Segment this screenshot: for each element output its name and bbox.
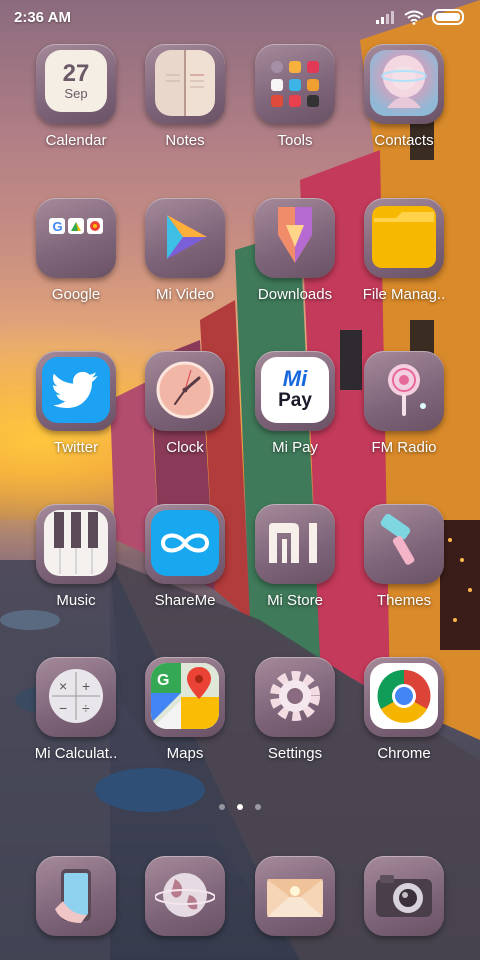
calendar-month: Sep <box>64 85 88 101</box>
app-label: Mi Calculat.. <box>34 745 118 762</box>
app-clock[interactable]: Clock <box>130 351 240 456</box>
app-mi-store[interactable]: Mi Store <box>240 504 350 609</box>
app-chrome[interactable]: Chrome <box>349 657 459 762</box>
app-contacts[interactable]: Contacts <box>349 44 459 149</box>
app-fm-radio[interactable]: FM Radio <box>349 351 459 456</box>
shareme-icon <box>145 504 225 584</box>
app-label: Settings <box>267 745 323 762</box>
mi-pay-logo-bottom: Pay <box>278 390 312 411</box>
app-calculator[interactable]: × + − ÷ Mi Calculat.. <box>21 657 131 762</box>
app-label: Mi Pay <box>272 439 318 456</box>
svg-text:÷: ÷ <box>82 700 90 716</box>
dock-phone[interactable] <box>21 856 131 936</box>
app-mi-video[interactable]: Mi Video <box>130 198 240 303</box>
dock-messages[interactable] <box>240 856 350 936</box>
app-label: Maps <box>166 745 204 762</box>
clock-icon <box>145 351 225 431</box>
app-label: Themes <box>376 592 432 609</box>
calendar-day: 27 <box>62 59 90 87</box>
app-twitter[interactable]: Twitter <box>21 351 131 456</box>
app-label: Calendar <box>45 132 107 149</box>
page-dot-active[interactable] <box>237 804 243 810</box>
fm-radio-icon <box>364 351 444 431</box>
app-label: Contacts <box>374 132 434 149</box>
calendar-icon: 27 Sep <box>36 44 116 124</box>
svg-text:G: G <box>53 219 63 234</box>
themes-icon <box>364 504 444 584</box>
dock-browser[interactable] <box>130 856 240 936</box>
music-icon <box>36 504 116 584</box>
system-icons <box>376 9 466 25</box>
app-label: FM Radio <box>371 439 437 456</box>
app-tools[interactable]: Tools <box>240 44 350 149</box>
page-dot[interactable] <box>219 804 225 810</box>
downloads-icon <box>255 198 335 278</box>
mi-video-icon <box>145 198 225 278</box>
app-downloads[interactable]: Downloads <box>240 198 350 303</box>
dock-camera[interactable] <box>349 856 459 936</box>
app-file-manager[interactable]: File Manag.. <box>349 198 459 303</box>
app-label: Clock <box>166 439 204 456</box>
app-label: Chrome <box>377 745 431 762</box>
app-themes[interactable]: Themes <box>349 504 459 609</box>
contacts-icon <box>364 44 444 124</box>
maps-icon: G <box>145 657 225 737</box>
settings-icon <box>255 657 335 737</box>
app-label: Tools <box>277 132 313 149</box>
app-label: Twitter <box>53 439 99 456</box>
notes-icon <box>145 44 225 124</box>
status-time: 2:36 AM <box>14 8 71 26</box>
battery-icon <box>432 9 464 25</box>
page-indicator[interactable] <box>0 804 480 810</box>
mi-pay-icon: Mi Pay <box>255 351 335 431</box>
chrome-icon <box>364 657 444 737</box>
app-label: Music <box>56 592 96 609</box>
file-manager-icon <box>364 198 444 278</box>
camera-icon <box>364 856 444 936</box>
app-music[interactable]: Music <box>21 504 131 609</box>
phone-icon <box>36 856 116 936</box>
tools-icon <box>255 44 335 124</box>
app-shareme[interactable]: ShareMe <box>130 504 240 609</box>
status-bar: 2:36 AM <box>0 0 480 34</box>
google-folder-icon: G <box>36 198 116 278</box>
app-label: Mi Video <box>155 286 215 303</box>
app-label: Mi Store <box>267 592 323 609</box>
page-dot[interactable] <box>255 804 261 810</box>
svg-text:−: − <box>59 700 67 716</box>
app-label: File Manag.. <box>362 286 446 303</box>
calculator-icon: × + − ÷ <box>36 657 116 737</box>
messages-icon <box>255 856 335 936</box>
app-label: Downloads <box>257 286 333 303</box>
app-maps[interactable]: G Maps <box>130 657 240 762</box>
app-calendar[interactable]: 27 Sep Calendar <box>21 44 131 149</box>
app-label: ShareMe <box>154 592 216 609</box>
app-label: Google <box>51 286 101 303</box>
twitter-icon <box>36 351 116 431</box>
svg-text:×: × <box>59 678 67 694</box>
app-mi-pay[interactable]: Mi Pay Mi Pay <box>240 351 350 456</box>
browser-icon <box>145 856 225 936</box>
mi-store-icon <box>255 504 335 584</box>
svg-text:G: G <box>157 672 169 689</box>
app-notes[interactable]: Notes <box>130 44 240 149</box>
signal-icon <box>376 11 394 24</box>
app-google[interactable]: G Google <box>21 198 131 303</box>
mi-pay-logo-top: Mi <box>282 366 308 391</box>
app-label: Notes <box>165 132 205 149</box>
wifi-icon <box>404 10 424 25</box>
app-settings[interactable]: Settings <box>240 657 350 762</box>
svg-text:+: + <box>82 678 90 694</box>
